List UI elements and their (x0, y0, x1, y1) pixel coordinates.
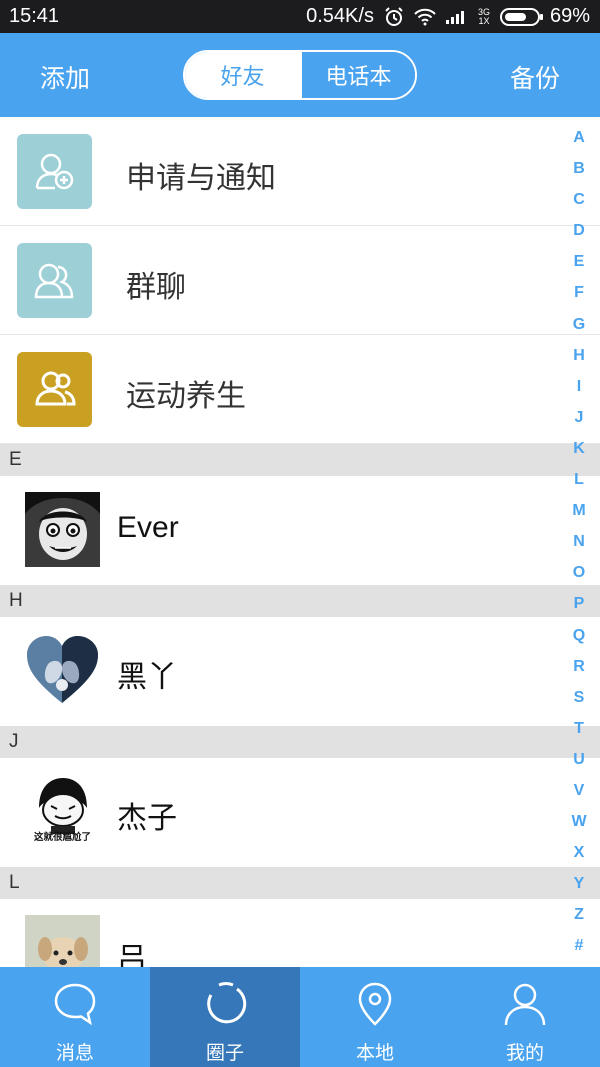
location-pin-icon (355, 981, 395, 1031)
tab-switch: 好友 电话本 (183, 50, 417, 100)
index-letter[interactable]: R (570, 656, 588, 687)
nav-circle[interactable]: 圈子 (150, 967, 300, 1067)
status-right: 0.54K/s 3G 1X 69% (306, 5, 590, 28)
contact-row[interactable]: Ever (0, 476, 600, 585)
index-letter[interactable]: C (570, 189, 588, 220)
group-chat-icon (17, 243, 92, 318)
index-letter[interactable]: H (570, 345, 588, 376)
contact-row[interactable]: 吕 (0, 899, 600, 967)
add-person-icon (17, 134, 92, 209)
index-letter[interactable]: G (570, 314, 588, 345)
entry-label: 群聊 (126, 270, 186, 305)
entry-notifications[interactable]: 申请与通知 (0, 117, 600, 226)
nav-label: 消息 (55, 1042, 94, 1064)
network-type: 3G 1X (478, 7, 490, 26)
signal-icon (445, 10, 468, 24)
section-header-h: H (0, 585, 600, 617)
nav-messages[interactable]: 消息 (0, 967, 150, 1067)
battery-icon (499, 7, 543, 26)
nav-mine[interactable]: 我的 (450, 967, 600, 1067)
nav-label: 我的 (505, 1042, 544, 1064)
circle-icon (203, 981, 247, 1029)
battery-percent: 69% (549, 5, 590, 27)
heart-avatar (25, 633, 100, 708)
index-letter[interactable]: A (570, 127, 588, 158)
battery-fill (504, 12, 526, 21)
contact-row[interactable]: 黑丫 (0, 617, 600, 726)
avatar-caption: 这就很尴尬了 (33, 832, 91, 843)
index-letter[interactable]: D (570, 220, 588, 251)
contact-list[interactable]: 申请与通知 群聊 运动养生 E Ever H 黑丫 J 这就很尴尬了 杰子 L … (0, 117, 600, 967)
nav-label: 本地 (355, 1042, 394, 1064)
add-button[interactable]: 添加 (40, 59, 90, 95)
index-letter[interactable]: T (570, 718, 588, 749)
index-letter[interactable]: V (570, 780, 588, 811)
network-speed: 0.54K/s (306, 5, 374, 27)
index-letter[interactable]: O (570, 562, 588, 593)
index-letter[interactable]: L (570, 469, 588, 500)
person-icon (503, 981, 547, 1031)
backup-button[interactable]: 备份 (510, 59, 560, 95)
alarm-icon (384, 6, 404, 27)
index-letter[interactable]: Z (570, 904, 588, 935)
index-letter[interactable]: E (570, 251, 588, 282)
top-bar: 添加 好友 电话本 备份 (0, 33, 600, 117)
section-header-e: E (0, 444, 600, 476)
contact-row[interactable]: 这就很尴尬了 杰子 (0, 758, 600, 867)
entry-label: 运动养生 (126, 379, 246, 414)
contact-name: 杰子 (117, 802, 177, 835)
index-letter[interactable]: X (570, 842, 588, 873)
group-people-icon (17, 352, 92, 427)
puppy-avatar (25, 915, 100, 967)
alphabet-index[interactable]: A B C D E F G H I J K L M N O P Q R S T U V W X Y Z # (570, 127, 588, 967)
index-letter[interactable]: W (570, 811, 588, 842)
index-letter[interactable]: S (570, 687, 588, 718)
contact-name: 吕 (117, 943, 147, 967)
index-letter[interactable]: M (570, 500, 588, 531)
entry-group-chat[interactable]: 群聊 (0, 226, 600, 335)
index-letter[interactable]: Y (570, 873, 588, 904)
tab-phonebook[interactable]: 电话本 (300, 52, 415, 98)
status-time: 15:41 (9, 5, 60, 27)
manga-face-avatar (25, 492, 100, 567)
index-letter[interactable]: F (570, 282, 588, 313)
index-letter[interactable]: J (570, 407, 588, 438)
index-letter[interactable]: P (570, 593, 588, 624)
index-letter[interactable]: # (570, 935, 588, 966)
section-header-j: J (0, 726, 600, 758)
contact-name: Ever (117, 511, 179, 544)
index-letter[interactable]: N (570, 531, 588, 562)
index-letter[interactable]: Q (570, 625, 588, 656)
bottom-nav: 消息 圈子 本地 我的 (0, 967, 600, 1067)
index-letter[interactable]: B (570, 158, 588, 189)
section-header-l: L (0, 867, 600, 899)
wifi-icon (414, 8, 436, 26)
index-letter[interactable]: I (570, 376, 588, 407)
contact-name: 黑丫 (117, 661, 177, 694)
nav-local[interactable]: 本地 (300, 967, 450, 1067)
chat-bubble-icon (53, 981, 97, 1029)
tab-friends[interactable]: 好友 (185, 52, 300, 98)
status-bar: 15:41 0.54K/s 3G 1X 69% (0, 0, 600, 33)
index-letter[interactable]: U (570, 749, 588, 780)
entry-health[interactable]: 运动养生 (0, 335, 600, 444)
entry-label: 申请与通知 (126, 161, 276, 196)
network-sub-label: 1X (478, 15, 490, 26)
nav-label: 圈子 (205, 1042, 244, 1064)
index-letter[interactable]: K (570, 438, 588, 469)
meme-avatar: 这就很尴尬了 (25, 774, 100, 849)
